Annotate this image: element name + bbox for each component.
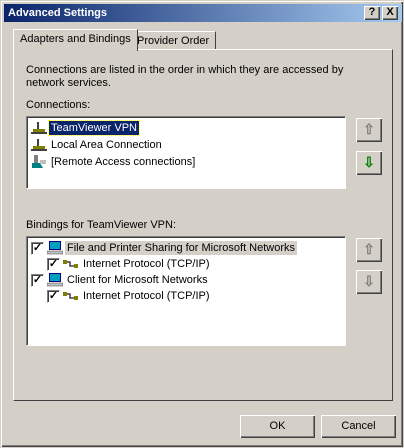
network-adapter-icon <box>31 139 47 151</box>
description-text: Connections are listed in the order in w… <box>26 64 344 89</box>
computer-client-icon <box>47 273 63 287</box>
window-title: Advanced Settings <box>8 7 108 19</box>
tab-adapters-and-bindings[interactable]: Adapters and Bindings <box>13 29 138 51</box>
tab-panel: Connections are listed in the order in w… <box>13 49 393 401</box>
tree-item[interactable]: ✓ Internet Protocol (TCP/IP) <box>29 256 339 272</box>
bindings-tree[interactable]: ✓ File and Printer Sharing for Microsoft… <box>26 236 346 346</box>
help-button[interactable]: ? <box>364 6 380 20</box>
tree-item[interactable]: ✓ File and Printer Sharing for Microsoft… <box>29 240 339 256</box>
protocol-icon <box>63 292 78 300</box>
tree-item[interactable]: ✓ Internet Protocol (TCP/IP) <box>29 288 339 304</box>
network-adapter-icon <box>31 122 47 134</box>
move-connection-down-button[interactable]: ⇩ <box>356 151 382 175</box>
list-item[interactable]: Local Area Connection <box>29 137 339 153</box>
list-item[interactable]: [Remote Access connections] <box>29 154 339 170</box>
binding-checkbox[interactable]: ✓ <box>31 274 44 287</box>
tab-label: Adapters and Bindings <box>20 33 131 45</box>
binding-checkbox[interactable]: ✓ <box>47 290 60 303</box>
cancel-button[interactable]: Cancel <box>321 415 396 438</box>
connections-label: Connections: <box>26 99 91 111</box>
ok-button[interactable]: OK <box>240 415 315 438</box>
binding-checkbox[interactable]: ✓ <box>47 258 60 271</box>
binding-label: File and Printer Sharing for Microsoft N… <box>65 241 298 255</box>
computer-share-icon <box>47 241 63 255</box>
tab-provider-order[interactable]: Provider Order <box>130 31 217 49</box>
close-button[interactable]: X <box>382 6 398 20</box>
connections-list[interactable]: TeamViewer VPN Local Area Connection [Re… <box>26 116 346 189</box>
binding-label: Internet Protocol (TCP/IP) <box>83 290 210 302</box>
move-connection-up-button[interactable]: ⇧ <box>356 118 382 142</box>
binding-label: Internet Protocol (TCP/IP) <box>83 258 210 270</box>
protocol-icon <box>63 260 78 268</box>
tab-label: Provider Order <box>137 35 210 47</box>
connection-label: Local Area Connection <box>51 139 162 151</box>
list-item[interactable]: TeamViewer VPN <box>29 120 339 136</box>
tree-item[interactable]: ✓ Client for Microsoft Networks <box>29 272 339 288</box>
binding-checkbox[interactable]: ✓ <box>31 242 44 255</box>
advanced-settings-window: Advanced Settings ? X Adapters and Bindi… <box>0 0 404 448</box>
connection-label: [Remote Access connections] <box>51 156 196 168</box>
remote-access-icon <box>32 155 46 168</box>
move-binding-down-button[interactable]: ⇩ <box>356 270 382 294</box>
connection-label: TeamViewer VPN <box>48 120 140 136</box>
move-binding-up-button[interactable]: ⇧ <box>356 238 382 262</box>
title-bar[interactable]: Advanced Settings ? X <box>4 4 402 22</box>
binding-label: Client for Microsoft Networks <box>67 274 208 286</box>
bindings-label: Bindings for TeamViewer VPN: <box>26 219 176 231</box>
